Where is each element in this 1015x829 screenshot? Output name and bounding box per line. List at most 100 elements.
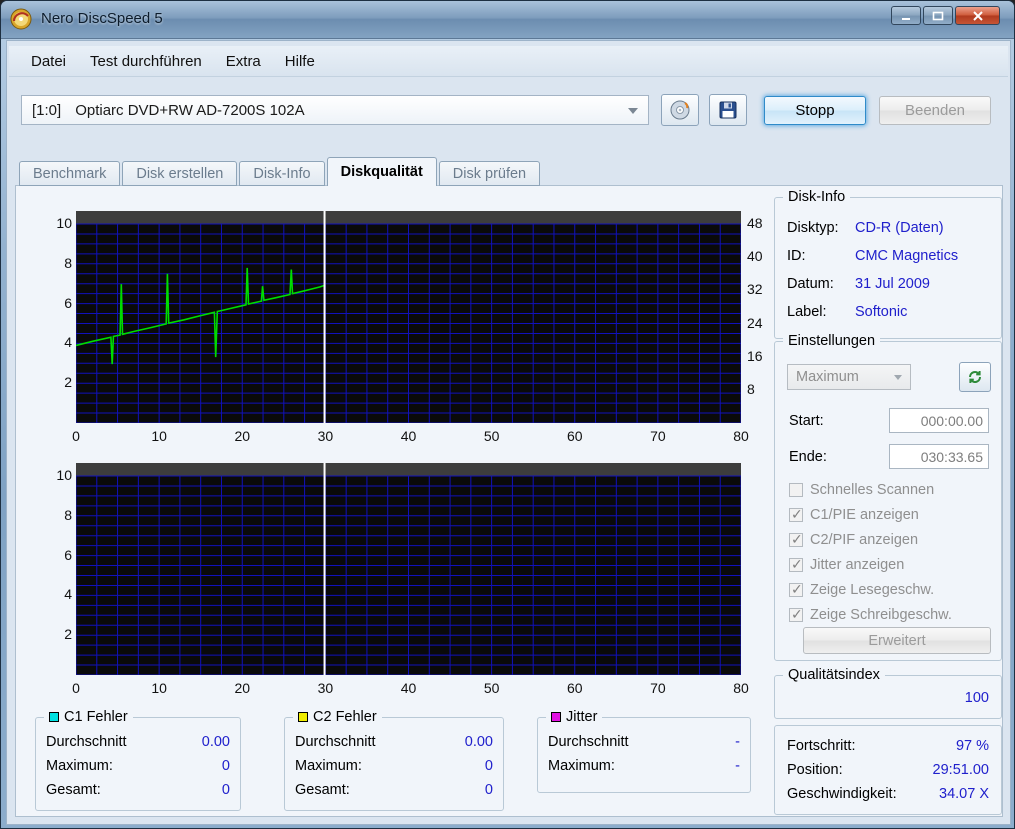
c1-max-row: Maximum: 0 xyxy=(46,758,230,774)
tab-disk-erstellen[interactable]: Disk erstellen xyxy=(122,161,238,186)
position-value: 29:51.00 xyxy=(932,762,989,778)
drive-selector[interactable]: [1:0] Optiarc DVD+RW AD-7200S 102A xyxy=(21,95,649,125)
c2-max-row: Maximum: 0 xyxy=(295,758,493,774)
speed-value: 34.07 X xyxy=(939,786,989,802)
jitter-title: Jitter xyxy=(566,709,598,725)
end-label: Ende: xyxy=(789,448,827,465)
checkbox-icon xyxy=(789,506,803,523)
progress-label: Fortschritt: xyxy=(787,738,856,754)
checkbox-jitter[interactable]: Jitter anzeigen xyxy=(789,555,904,575)
c1-total-value: 0 xyxy=(221,782,230,798)
start-input[interactable] xyxy=(889,408,989,433)
disk-type-row: Disktyp: CD-R (Daten) xyxy=(787,220,993,236)
nero-app-icon xyxy=(10,8,32,30)
c2-errors-title: C2 Fehler xyxy=(313,709,377,725)
axis-tick: 24 xyxy=(747,314,763,331)
disk-date-row: Datum: 31 Jul 2009 xyxy=(787,276,993,292)
speed-selector-value: Maximum xyxy=(796,369,859,385)
checkbox-show-read-speed[interactable]: Zeige Lesegeschw. xyxy=(789,580,934,600)
disk-label-label: Label: xyxy=(787,304,827,320)
quality-index-title: Qualitätsindex xyxy=(783,667,885,683)
settings-title: Einstellungen xyxy=(783,333,881,349)
chart-bottom-plot xyxy=(75,463,742,676)
jitter-max-label: Maximum: xyxy=(548,758,615,774)
axis-tick: 2 xyxy=(64,374,72,391)
axis-tick: 70 xyxy=(650,680,666,696)
end-input[interactable] xyxy=(889,444,989,469)
axis-tick: 0 xyxy=(72,428,80,444)
app-window: Nero DiscSpeed 5 Datei Test durchführen … xyxy=(0,0,1015,829)
c2-errors-legend: C2 Fehler xyxy=(293,709,382,725)
axis-tick: 48 xyxy=(747,215,763,231)
disc-icon xyxy=(670,100,690,120)
axis-tick: 60 xyxy=(566,680,583,696)
c2-total-row: Gesamt: 0 xyxy=(295,782,493,798)
quality-index-value: 100 xyxy=(964,690,989,706)
axis-tick: 10 xyxy=(56,215,72,231)
jitter-avg-row: Durchschnitt - xyxy=(548,734,740,750)
end-field-row: Ende: xyxy=(789,444,989,469)
advanced-button[interactable]: Erweitert xyxy=(803,627,991,654)
chevron-down-icon xyxy=(894,375,902,380)
axis-tick: 8 xyxy=(64,506,72,523)
menubar: Datei Test durchführen Extra Hilfe xyxy=(9,46,1008,77)
disk-label-row: Label: Softonic xyxy=(787,304,993,320)
axis-tick: 8 xyxy=(747,380,755,397)
axis-tick: 6 xyxy=(64,546,72,563)
c2-avg-value: 0.00 xyxy=(464,734,493,750)
tab-disk-pruefen[interactable]: Disk prüfen xyxy=(438,161,541,186)
tab-benchmark[interactable]: Benchmark xyxy=(19,161,121,186)
speed-selector[interactable]: Maximum xyxy=(787,364,911,390)
c2-errors-group: C2 Fehler Durchschnitt 0.00 Maximum: 0 G… xyxy=(284,709,504,811)
c2-color-swatch-icon xyxy=(298,712,308,722)
menu-hilfe[interactable]: Hilfe xyxy=(273,49,327,74)
maximize-button[interactable] xyxy=(923,6,953,25)
axis-tick: 16 xyxy=(747,347,763,364)
quality-index-row: 100 xyxy=(787,690,989,706)
window-controls xyxy=(891,6,1000,25)
c1-total-label: Gesamt: xyxy=(46,782,101,798)
chart-top: 2 4 6 8 10 8 16 24 32 40 48 0 10 20 30 40 50 60 70 80 xyxy=(31,209,775,449)
axis-tick: 20 xyxy=(234,428,251,444)
jitter-group: Jitter Durchschnitt - Maximum: - xyxy=(537,709,751,793)
stop-button[interactable]: Stopp xyxy=(764,96,866,125)
tab-disk-info[interactable]: Disk-Info xyxy=(239,161,325,186)
axis-tick: 4 xyxy=(64,334,72,351)
c2-max-value: 0 xyxy=(484,758,493,774)
axis-tick: 10 xyxy=(56,467,72,483)
refresh-button[interactable] xyxy=(959,362,991,392)
close-button[interactable] xyxy=(955,6,1000,25)
menu-datei[interactable]: Datei xyxy=(19,49,78,74)
menu-test-durchfuehren[interactable]: Test durchführen xyxy=(78,49,214,74)
jitter-max-row: Maximum: - xyxy=(548,758,740,774)
jitter-avg-label: Durchschnitt xyxy=(548,734,629,750)
quit-button[interactable]: Beenden xyxy=(879,96,991,125)
menu-extra[interactable]: Extra xyxy=(214,49,273,74)
axis-tick: 2 xyxy=(64,626,72,643)
axis-tick: 40 xyxy=(400,680,417,696)
minimize-button[interactable] xyxy=(891,6,921,25)
c1-errors-legend: C1 Fehler xyxy=(44,709,133,725)
c1-max-value: 0 xyxy=(221,758,230,774)
checkbox-c1-pie[interactable]: C1/PIE anzeigen xyxy=(789,505,919,525)
burn-disc-button[interactable] xyxy=(661,94,699,126)
speed-row: Geschwindigkeit: 34.07 X xyxy=(787,786,989,802)
checkbox-icon xyxy=(789,531,803,548)
drive-id: [1:0] xyxy=(32,101,62,119)
axis-tick: 70 xyxy=(650,428,666,444)
jitter-legend: Jitter xyxy=(546,709,603,725)
checkbox-c2-pif[interactable]: C2/PIF anzeigen xyxy=(789,530,918,550)
checkbox-fast-scan[interactable]: Schnelles Scannen xyxy=(789,480,934,500)
save-icon xyxy=(719,101,737,119)
save-button[interactable] xyxy=(709,94,747,126)
checkbox-show-write-speed[interactable]: Zeige Schreibgeschw. xyxy=(789,605,952,625)
disk-label-value: Softonic xyxy=(855,304,908,320)
axis-tick: 8 xyxy=(64,254,72,271)
checkbox-icon xyxy=(789,606,803,623)
tab-diskqualitaet[interactable]: Diskqualität xyxy=(326,157,437,186)
c1-max-label: Maximum: xyxy=(46,758,113,774)
axis-tick: 50 xyxy=(483,428,500,444)
c2-total-value: 0 xyxy=(484,782,493,798)
c2-max-label: Maximum: xyxy=(295,758,362,774)
c1-avg-value: 0.00 xyxy=(201,734,230,750)
